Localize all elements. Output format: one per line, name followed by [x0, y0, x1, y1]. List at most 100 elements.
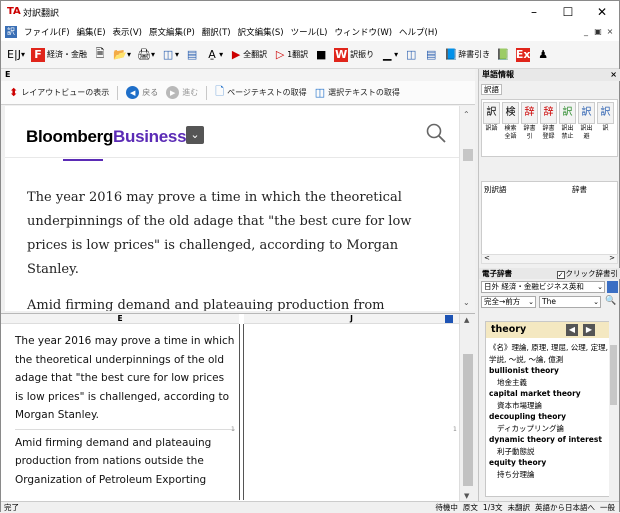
tab-alt-translation[interactable]: 訳語	[481, 84, 502, 95]
tool-translate-avoid[interactable]: 訳訳出避	[578, 102, 595, 141]
dictionary-select[interactable]: 日外 経済・金融ビジネス英和 ⌄	[481, 281, 605, 293]
click-dict-checkbox[interactable]: ✓ クリック辞書引	[556, 268, 618, 279]
bookmark-icon[interactable]	[445, 315, 453, 323]
layout-rows-button[interactable]: ▤	[185, 45, 199, 65]
tool-dictionary-register[interactable]: 辞辞書登録	[540, 102, 557, 141]
scroll-down-icon[interactable]: ▼	[464, 492, 469, 500]
translate-line-button[interactable]: ▷ 1翻訳	[273, 45, 308, 65]
site-logo[interactable]: BloombergBusiness	[26, 127, 187, 147]
bilingual-scrollbar[interactable]: ▲ ▼	[459, 314, 475, 502]
back-button[interactable]: ◀ 戻る	[126, 86, 158, 99]
dict-entry-en: equity theory	[489, 458, 547, 467]
get-selected-text-button[interactable]: ◫ 選択テキストの取得	[315, 86, 400, 99]
get-page-text-button[interactable]: 🗋 ページテキストの取得	[215, 83, 306, 102]
site-header: BloombergBusiness ⌄	[5, 106, 459, 158]
misc-tool-button[interactable]: ♟	[536, 45, 550, 65]
tool-search-all[interactable]: 検検索全語	[502, 102, 519, 141]
ej-direction-button[interactable]: E|J ▾	[7, 45, 25, 65]
window-title: 対訳翻訳	[23, 8, 60, 19]
mdi-restore-button[interactable]: ▣	[593, 26, 603, 37]
user-dict-button[interactable]: 📗	[496, 45, 510, 65]
source-sentence[interactable]: Amid firming demand and plateauing produ…	[15, 434, 235, 490]
minimize-button[interactable]: –	[517, 1, 551, 23]
menu-window[interactable]: ウィンドウ(W)	[335, 26, 393, 38]
menu-help[interactable]: ヘルプ(H)	[399, 26, 438, 38]
dict-entry-ja: 利子動態説	[497, 446, 535, 456]
scroll-down-icon[interactable]: ⌄	[463, 298, 470, 307]
split-vertical-button[interactable]: ◫	[404, 45, 418, 65]
split-horizontal-button[interactable]: ▤	[424, 45, 438, 65]
word-list-scrollbar[interactable]: < >	[481, 254, 618, 264]
scrollbar-thumb[interactable]	[463, 149, 473, 161]
font-button[interactable]: A̱ ▾	[205, 45, 223, 65]
source-column[interactable]: The year 2016 may prove a time in which …	[15, 332, 235, 489]
menu-target-edit[interactable]: 訳文編集(S)	[238, 26, 284, 38]
menu-translate[interactable]: 翻訳(T)	[202, 26, 231, 38]
app-window: TA 対訳翻訳 – ☐ ✕ 訳 ファイル(F) 編集(E) 表示(V) 原文編集…	[0, 0, 620, 512]
tool-dictionary-lookup[interactable]: 辞辞書引	[521, 102, 538, 141]
underscore-icon: ▁	[382, 48, 392, 61]
get-selected-text-label: 選択テキストの取得	[328, 88, 400, 97]
columns-icon: ◫	[162, 48, 174, 61]
status-indicator: 一般	[600, 503, 615, 512]
match-mode-select[interactable]: 完全→前方 ⌄	[481, 296, 536, 308]
scroll-up-icon[interactable]: ⌃	[463, 110, 470, 119]
web-view[interactable]: BloombergBusiness ⌄ The year 2016 may pr…	[5, 106, 459, 311]
new-document-button[interactable]: 🗎	[93, 45, 107, 65]
web-view-scrollbar[interactable]: ⌃ ⌄	[459, 106, 475, 311]
translation-icon: 訳	[483, 102, 500, 124]
domain-button[interactable]: F 経済・金融	[31, 45, 87, 65]
dictionary-settings-icon[interactable]	[607, 281, 618, 293]
chevron-down-icon: ⌄	[528, 298, 534, 306]
ex-button[interactable]: Ex	[516, 45, 531, 65]
tool-alt-translation[interactable]: 訳訳語	[483, 102, 500, 133]
scroll-left-icon[interactable]: <	[484, 254, 490, 262]
menu-edit[interactable]: 編集(E)	[77, 26, 106, 38]
open-button[interactable]: 📂 ▾	[113, 45, 131, 65]
dict-query-input[interactable]: The ⌄	[539, 296, 601, 308]
dict-entry-ja: 資本市場理論	[497, 400, 542, 410]
font-icon: A̱	[208, 48, 216, 61]
search-icon[interactable]	[425, 122, 447, 144]
next-entry-button[interactable]: ▶	[583, 324, 595, 336]
dictionary-button[interactable]: 📘 辞書引き	[444, 45, 490, 65]
mdi-close-button[interactable]: ×	[605, 26, 615, 37]
layout-view-button[interactable]: ⬍ レイアウトビューの表示	[9, 86, 109, 99]
menu-source-edit[interactable]: 原文編集(P)	[149, 26, 195, 38]
underline-button[interactable]: ▁ ▾	[380, 45, 398, 65]
document-icon[interactable]: 訳	[5, 26, 17, 38]
print-button[interactable]: 🖨 ▾	[137, 45, 155, 65]
binoculars-icon[interactable]: 🔍	[605, 296, 616, 306]
dictionary-scrollbar[interactable]	[609, 321, 618, 497]
maximize-button[interactable]: ☐	[551, 1, 585, 23]
panel-close-button[interactable]: ×	[610, 69, 617, 81]
column-j-header: J	[244, 314, 459, 324]
back-translate-button[interactable]: W 訳振り	[334, 45, 374, 65]
source-sentence[interactable]: The year 2016 may prove a time in which …	[15, 332, 235, 430]
menu-file[interactable]: ファイル(F)	[24, 26, 70, 38]
article-body: The year 2016 may prove a time in which …	[27, 186, 437, 311]
printer-icon: 🖨	[137, 48, 152, 61]
prev-entry-button[interactable]: ◀	[566, 324, 578, 336]
domain-label: 経済・金融	[47, 50, 88, 59]
layout-columns-button[interactable]: ◫ ▾	[161, 45, 179, 65]
menu-view[interactable]: 表示(V)	[113, 26, 142, 38]
mdi-minimize-button[interactable]: _	[581, 26, 591, 37]
scroll-right-icon[interactable]: >	[609, 254, 615, 262]
close-button[interactable]: ✕	[585, 1, 619, 23]
forward-button[interactable]: ▶ 進む	[166, 86, 198, 99]
alt-word-list[interactable]: 別訳語 辞書	[481, 181, 618, 255]
scroll-up-icon[interactable]: ▲	[464, 316, 469, 324]
direction-icon: E|J	[7, 48, 21, 61]
forward-arrow-icon: ▶	[166, 86, 180, 99]
translate-all-button[interactable]: ▶ 全翻訳	[229, 45, 267, 65]
column-divider[interactable]	[239, 324, 244, 500]
tool-no-translate[interactable]: 訳訳出禁止	[559, 102, 576, 141]
scrollbar-thumb[interactable]	[463, 354, 473, 486]
stop-button[interactable]: ■	[314, 45, 328, 65]
scrollbar-thumb[interactable]	[610, 345, 617, 405]
tool-more[interactable]: 訳訳	[597, 102, 614, 133]
menu-tools[interactable]: ツール(L)	[291, 26, 328, 38]
chevron-down-icon[interactable]: ⌄	[186, 126, 204, 144]
chevron-down-icon: ⌄	[593, 298, 599, 306]
